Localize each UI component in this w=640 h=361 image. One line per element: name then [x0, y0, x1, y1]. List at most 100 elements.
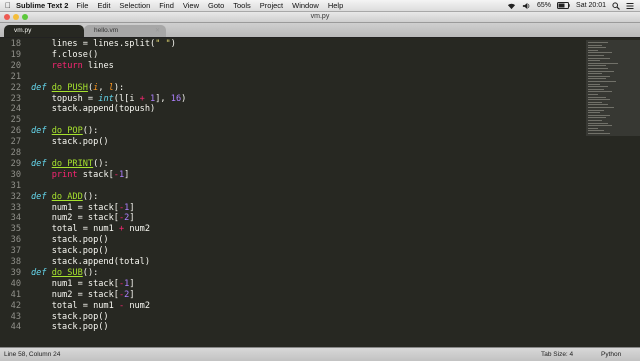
- line-code[interactable]: total = num1 - num2: [31, 301, 150, 312]
- line-code[interactable]: topush = int(l[i + 1], 16): [31, 94, 187, 105]
- line-number: 27: [10, 137, 21, 148]
- tab-label: vm.py: [14, 27, 32, 34]
- code-editor[interactable]: 18 lines = lines.split(" ") 19 f.close() 2…: [0, 38, 640, 347]
- line-code[interactable]: f.close(): [31, 50, 99, 61]
- line-code[interactable]: num1 = stack[-1]: [31, 203, 135, 214]
- minimap-line: [588, 68, 608, 69]
- menu-selection[interactable]: Selection: [119, 1, 150, 10]
- line-number: 19: [10, 49, 21, 60]
- line-number: 39: [10, 267, 21, 278]
- minimap[interactable]: [586, 40, 640, 140]
- minimap-line: [588, 125, 612, 127]
- menu-tools[interactable]: Tools: [233, 1, 251, 10]
- minimap-line: [588, 107, 614, 108]
- wifi-icon[interactable]: [507, 2, 516, 10]
- search-icon[interactable]: [612, 1, 620, 10]
- line-number: 42: [10, 300, 21, 311]
- menu-file[interactable]: File: [76, 1, 88, 10]
- battery-icon[interactable]: [557, 2, 570, 9]
- clock[interactable]: Sat 20:01: [576, 2, 606, 9]
- minimap-line: [588, 70, 614, 72]
- status-bar: Line 58, Column 24 Tab Size: 4 Python: [0, 347, 640, 361]
- line-code[interactable]: return lines: [31, 61, 114, 72]
- minimap-line: [588, 75, 610, 77]
- line-number: 31: [10, 180, 21, 191]
- minimap-line: [588, 101, 602, 103]
- menu-project[interactable]: Project: [260, 1, 283, 10]
- minimap-line: [588, 122, 608, 124]
- line-number: 30: [10, 169, 21, 180]
- line-number: 21: [10, 71, 21, 82]
- menu-find[interactable]: Find: [159, 1, 174, 10]
- minimap-line: [588, 104, 608, 106]
- menu-view[interactable]: View: [183, 1, 199, 10]
- window-title: vm.py: [310, 13, 330, 20]
- line-code[interactable]: stack.pop(): [31, 312, 109, 323]
- line-number: 18: [10, 39, 21, 49]
- menu-help[interactable]: Help: [328, 1, 343, 10]
- line-code[interactable]: print stack[-1]: [31, 170, 130, 181]
- list-icon[interactable]: [626, 2, 634, 10]
- menu-goto[interactable]: Goto: [208, 1, 224, 10]
- minimap-line: [588, 44, 602, 46]
- line-number: 32: [10, 191, 21, 202]
- line-code[interactable]: stack.pop(): [31, 322, 109, 333]
- minimap-line: [588, 52, 612, 54]
- line-code[interactable]: num2 = stack[-2]: [31, 290, 135, 301]
- minimap-line: [588, 49, 598, 51]
- tab-vm-py[interactable]: vm.py: [4, 25, 84, 37]
- line-code[interactable]: lines = lines.split(" "): [31, 39, 176, 50]
- minimap-line: [588, 47, 606, 49]
- tab-bar: vm.py hello.vm ✕: [0, 23, 640, 38]
- line-number: 40: [10, 278, 21, 289]
- tab-hello-vm[interactable]: hello.vm ✕: [84, 25, 166, 37]
- line-code[interactable]: num2 = stack[-2]: [31, 213, 135, 224]
- menu-edit[interactable]: Edit: [97, 1, 110, 10]
- line-code[interactable]: stack.pop(): [31, 246, 109, 257]
- syntax-selector[interactable]: Python: [601, 351, 621, 358]
- minimap-line: [588, 88, 604, 90]
- line-code[interactable]: def do_POP():: [31, 126, 98, 137]
- minimap-line: [588, 94, 598, 95]
- line-code[interactable]: def do_ADD():: [31, 192, 98, 203]
- volume-icon[interactable]: [522, 2, 531, 10]
- line-code[interactable]: total = num1 + num2: [31, 224, 150, 235]
- line-code[interactable]: stack.append(total): [31, 257, 150, 268]
- tab-size-selector[interactable]: Tab Size: 4: [541, 351, 573, 358]
- line-number: 23: [10, 93, 21, 104]
- minimap-line: [588, 117, 606, 119]
- line-code[interactable]: stack.append(topush): [31, 104, 156, 115]
- minimap-line: [588, 83, 600, 85]
- line-number: 20: [10, 60, 21, 71]
- minimap-line: [588, 42, 608, 43]
- menu-window[interactable]: Window: [292, 1, 319, 10]
- line-number: 44: [10, 322, 21, 333]
- line-code[interactable]: num1 = stack[-1]: [31, 279, 135, 290]
- minimap-line: [588, 55, 604, 56]
- app-name-menu[interactable]: Sublime Text 2: [16, 1, 68, 10]
- minimap-line: [588, 78, 606, 80]
- line-number: 28: [10, 148, 21, 158]
- tab-label: hello.vm: [94, 27, 119, 34]
- tab-close-icon[interactable]: ✕: [155, 25, 160, 37]
- line-code[interactable]: stack.pop(): [31, 137, 109, 148]
- minimap-line: [588, 91, 612, 93]
- line-code[interactable]: def do_PUSH(i, l):: [31, 83, 124, 94]
- minimap-line: [588, 127, 598, 129]
- minimap-line: [588, 109, 604, 111]
- line-code[interactable]: def do_PRINT():: [31, 159, 109, 170]
- line-number: 35: [10, 224, 21, 235]
- minimap-line: [588, 114, 610, 116]
- line-number: 25: [10, 115, 21, 126]
- minimap-line: [588, 62, 618, 64]
- minimap-line: [588, 120, 602, 121]
- minimap-line: [588, 73, 602, 75]
- line-number: 38: [10, 257, 21, 267]
- line-code[interactable]: def do_SUB():: [31, 268, 98, 279]
- line-code[interactable]: stack.pop(): [31, 235, 109, 246]
- line-number: 24: [10, 104, 21, 115]
- menu-bar:  Sublime Text 2 File Edit Selection Fin…: [0, 0, 640, 12]
- line-number: 36: [10, 235, 21, 246]
- apple-icon[interactable]: : [0, 1, 16, 10]
- line-number: 37: [10, 246, 21, 257]
